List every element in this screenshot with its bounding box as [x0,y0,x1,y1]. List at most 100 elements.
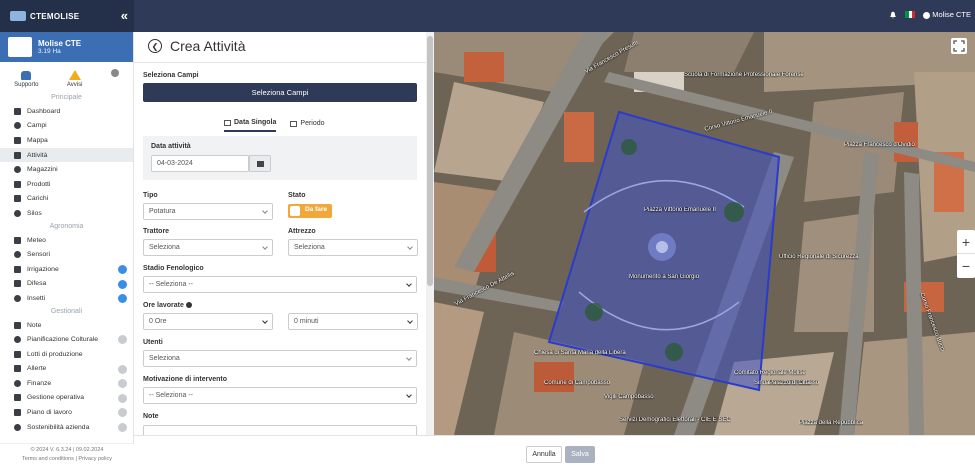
users-select[interactable]: Seleziona [143,350,417,367]
cancel-button[interactable]: Annulla [526,446,562,463]
lot-icon [14,350,21,358]
status-toggle[interactable]: Da fare [288,204,332,218]
chevron-down-icon [406,281,412,287]
minutes-select[interactable]: 0 minuti [288,313,418,330]
chevron-down-icon [262,208,268,214]
farm-area: 3.19 Ha [38,48,61,55]
date-section: Data attività 04-03-2024 [143,136,417,180]
help-icon [110,69,119,77]
tab-single-date-label: Data Singola [234,119,277,126]
sidebar-item-difesa[interactable]: Difesa [0,277,133,292]
date-picker-button[interactable] [249,155,271,172]
zoom-out-button[interactable]: − [957,254,975,278]
sidebar-item-piano-di-lavoro[interactable]: Piano di lavoro [0,405,133,420]
brand-logo [10,11,26,21]
language-flag-icon[interactable] [905,11,916,18]
type-select[interactable]: Potatura [143,203,273,220]
notes-textarea[interactable] [143,425,417,435]
tractor-value: Seleziona [149,244,180,251]
map-label: Ufficio Regionale di Sicurezza [779,254,859,260]
farm-selector[interactable]: Molise CTE 3.19 Ha [0,32,133,62]
create-activity-form: ❮ Crea Attività Seleziona Campi Selezion… [134,32,426,435]
locked-badge-icon [118,379,127,389]
scrollbar-thumb[interactable] [427,36,433,286]
hours-worked-label: Ore lavorate [143,302,192,309]
sidebar-item-gestione-operativa[interactable]: Gestione operativa [0,391,133,406]
back-icon[interactable]: ❮ [148,39,162,53]
notes-label: Note [143,413,159,420]
hours-select[interactable]: 0 Ore [143,313,273,330]
map-canvas[interactable] [434,32,975,435]
tool-select[interactable]: Seleziona [288,239,418,256]
form-action-bar: Annulla Salva [134,435,975,465]
map-icon [14,136,21,144]
tractor-label: Trattore [143,228,170,235]
sidebar-item-attivit[interactable]: Attività [0,147,133,163]
sidebar-item-campi[interactable]: Campi [0,119,133,134]
legal-links[interactable]: Terms and conditions | Privacy policy [0,455,134,464]
sidebar-item-label: Campi [27,122,47,130]
sidebar-item-label: Prodotti [27,180,51,188]
bell-icon[interactable] [889,11,897,19]
sidebar-item-prodotti[interactable]: Prodotti [0,177,133,192]
warehouse-icon [14,166,21,174]
truck-icon [14,195,21,203]
save-button[interactable]: Salva [565,446,595,463]
tractor-select[interactable]: Seleziona [143,239,273,256]
tab-single-date[interactable]: Data Singola [224,119,277,132]
date-mode-tabs: Data Singola Periodo [224,119,325,132]
top-bar: CTEMOLISE « Molise CTE [0,0,975,32]
brand[interactable]: CTEMOLISE « [0,0,134,32]
sidebar-item-irrigazione[interactable]: Irrigazione [0,262,133,277]
info-icon[interactable] [185,302,192,309]
sidebar-item-carichi[interactable]: Carichi [0,192,133,207]
sidebar-item-insetti[interactable]: Insetti [0,291,133,306]
sidebar-item-pianificazione-colturale[interactable]: Pianificazione Colturale [0,332,133,347]
form-scrollbar[interactable] [426,32,434,435]
sidebar-item-sostenibilit-azienda[interactable]: Sostenibilità azienda [0,420,133,435]
date-label: Data attività [151,143,191,150]
sidebar-item-magazzini[interactable]: Magazzini [0,162,133,177]
note-icon [14,321,21,329]
help-link[interactable] [110,69,119,79]
map-label: Servizi Demografici Elettorali - CIE E S… [619,417,731,423]
chevron-down-icon [406,392,412,398]
select-fields-button[interactable]: Seleziona Campi [143,83,417,102]
sidebar-item-allerte[interactable]: Allerte [0,362,133,377]
tab-period-label: Periodo [300,120,325,127]
sidebar-item-dashboard[interactable]: Dashboard [0,104,133,119]
farm-name: Molise CTE [38,39,82,48]
support-icon [21,70,32,80]
sidebar: Molise CTE 3.19 Ha Supporto Avvisi Princ… [0,32,134,465]
sidebar-item-sensori[interactable]: Sensori [0,247,133,262]
locked-badge-icon [118,393,127,403]
user-menu[interactable]: Molise CTE [923,10,971,19]
sidebar-item-label: Mappa [27,136,48,144]
sidebar-item-note[interactable]: Note [0,318,133,333]
fullscreen-button[interactable] [951,38,967,54]
zoom-in-button[interactable]: + [957,230,975,254]
map-label: Comune di Campobasso [544,380,611,386]
sidebar-item-silos[interactable]: Silos [0,206,133,221]
bug-icon [14,294,21,302]
sidebar-item-finanze[interactable]: Finanze [0,376,133,391]
map-label: Palazzo di Città [769,380,811,386]
sidebar-item-lotti-di-produzione[interactable]: Lotti di produzione [0,347,133,362]
title-divider [134,62,426,63]
alerts-link[interactable]: Avvisi [67,70,82,88]
sidebar-item-meteo[interactable]: Meteo [0,233,133,248]
collapse-sidebar-icon[interactable]: « [121,8,128,23]
pro-badge-icon [118,279,127,289]
date-input[interactable]: 04-03-2024 [151,155,249,172]
tab-period[interactable]: Periodo [290,119,325,132]
intervention-reason-select[interactable]: -- Seleziona -- [143,387,417,404]
toggle-knob [290,206,300,216]
satellite-map[interactable]: Via Francesco Presutti Scuola di Formazio… [434,32,975,435]
support-link[interactable]: Supporto [14,70,39,88]
calendar-grid-icon [290,120,298,127]
farm-logo [8,37,32,57]
phenological-stage-select[interactable]: -- Seleziona -- [143,276,417,293]
sidebar-item-label: Gestione operativa [27,394,85,402]
fullscreen-icon [953,40,965,52]
sidebar-item-mappa[interactable]: Mappa [0,133,133,148]
